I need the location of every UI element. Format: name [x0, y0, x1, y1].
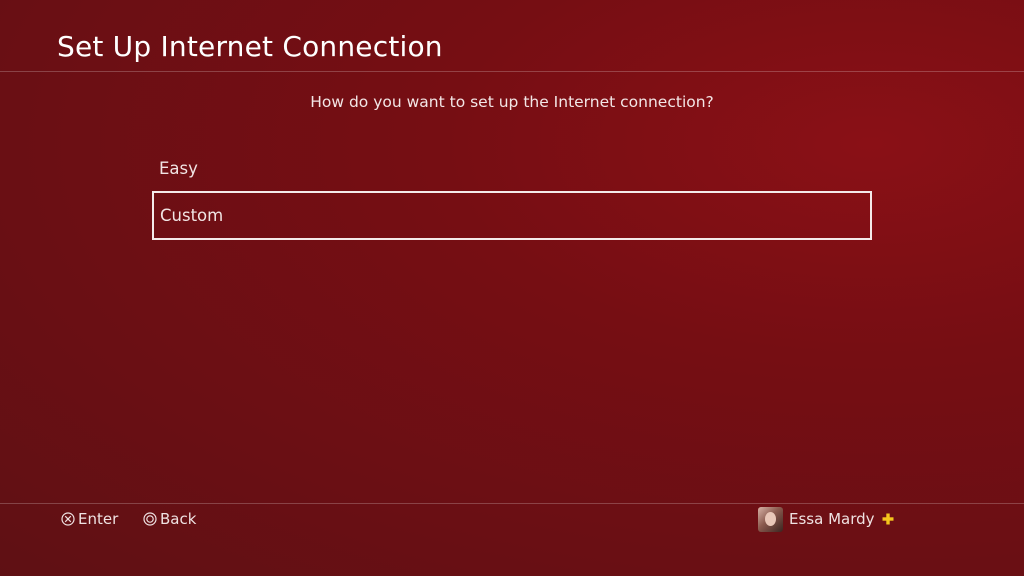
page-title: Set Up Internet Connection: [57, 30, 443, 63]
cross-button-icon: [61, 512, 75, 526]
user-profile: Essa Mardy: [758, 505, 894, 533]
option-easy[interactable]: Easy: [152, 146, 872, 191]
enter-label: Enter: [78, 510, 119, 528]
setup-prompt: How do you want to set up the Internet c…: [310, 93, 714, 111]
enter-hint[interactable]: Enter: [61, 508, 118, 530]
header-divider: [0, 71, 1024, 72]
back-hint[interactable]: Back: [143, 508, 196, 530]
footer-divider: [0, 503, 1024, 504]
user-name: Essa Mardy: [789, 510, 875, 528]
option-easy-label: Easy: [159, 159, 198, 178]
avatar: [758, 506, 783, 532]
playstation-plus-icon: [882, 513, 894, 525]
option-custom[interactable]: Custom: [152, 191, 872, 240]
connection-method-list: Easy Custom: [152, 146, 872, 240]
option-custom-label: Custom: [160, 206, 224, 225]
back-label: Back: [160, 510, 197, 528]
circle-button-icon: [143, 512, 157, 526]
